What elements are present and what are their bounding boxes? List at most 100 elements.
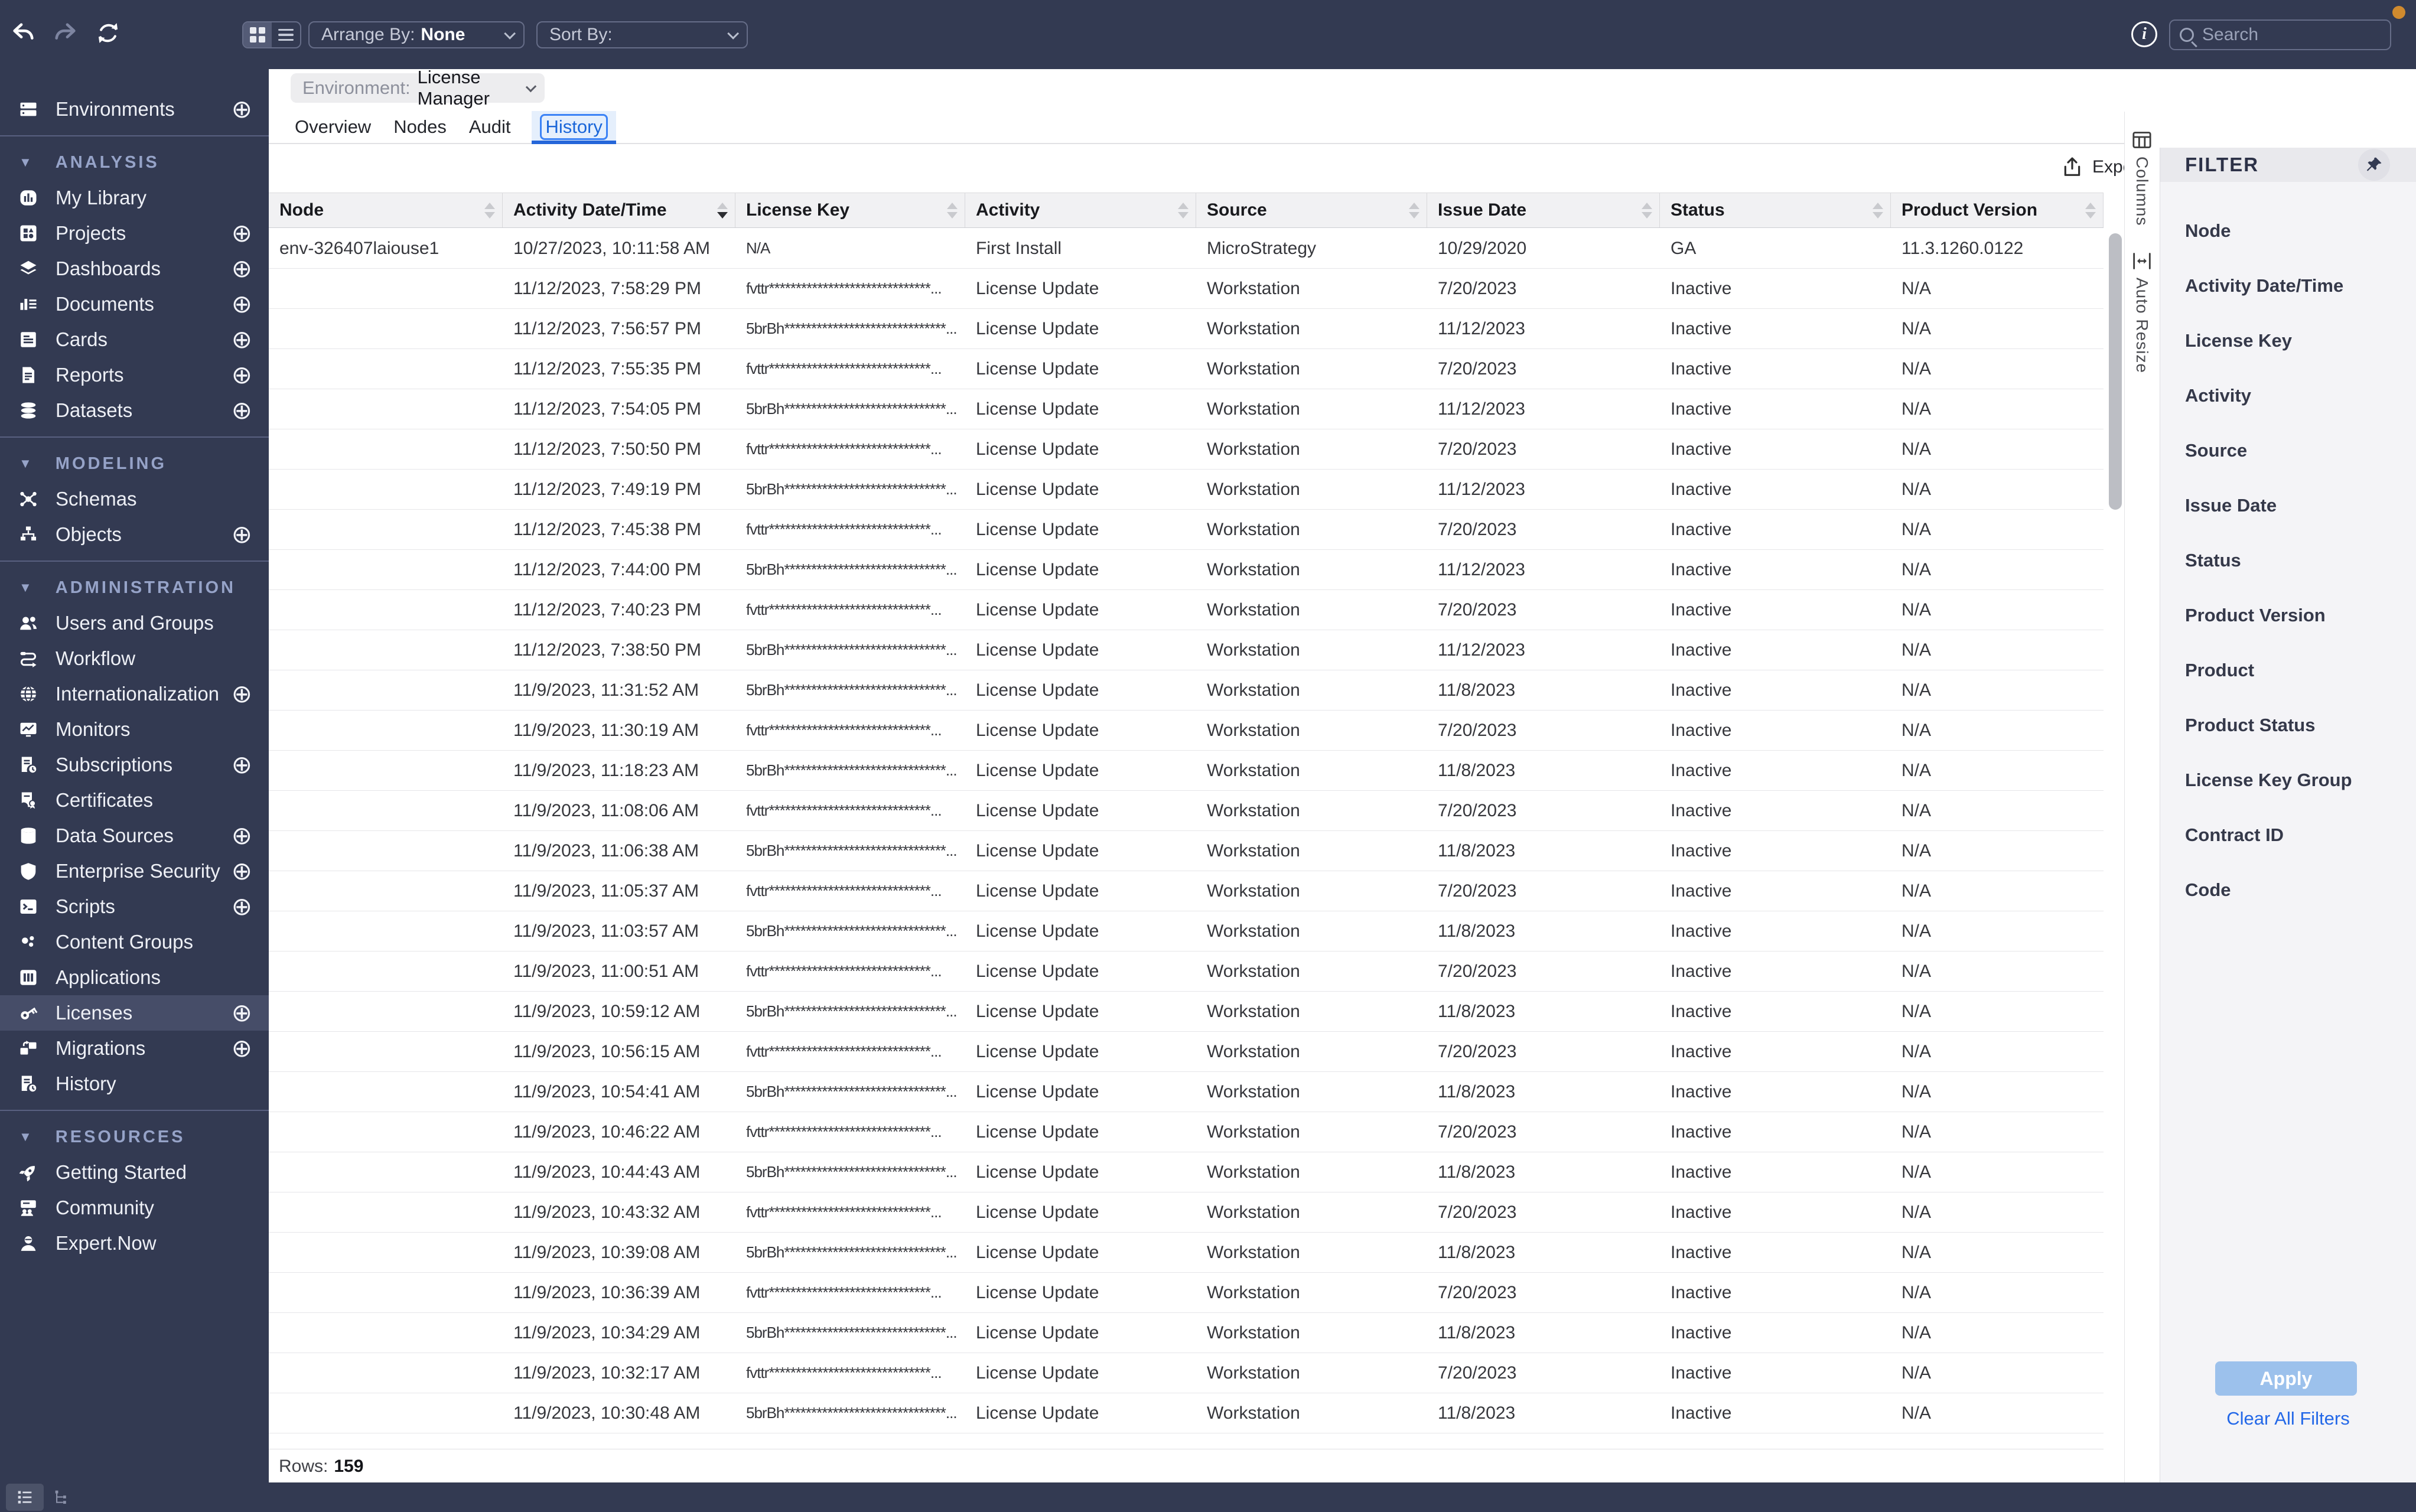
sidebar-item-reports[interactable]: Reports ⊕ bbox=[0, 357, 269, 393]
refresh-icon[interactable] bbox=[95, 19, 122, 50]
filter-field-license-key-group[interactable]: License Key Group bbox=[2160, 752, 2416, 807]
table-row[interactable]: 11/12/2023, 7:45:38 PM fvttr*************… bbox=[269, 510, 2104, 550]
sidebar-item-data-sources[interactable]: Data Sources ⊕ bbox=[0, 818, 269, 853]
apply-button[interactable]: Apply bbox=[2215, 1361, 2357, 1396]
column-header-activity-date-time[interactable]: Activity Date/Time bbox=[503, 193, 735, 227]
sidebar-item-projects[interactable]: Projects ⊕ bbox=[0, 216, 269, 251]
sidebar-item-licenses[interactable]: Licenses ⊕ bbox=[0, 995, 269, 1031]
table-row[interactable]: 11/12/2023, 7:58:29 PM fvttr*************… bbox=[269, 269, 2104, 309]
table-row[interactable]: 11/12/2023, 7:54:05 PM 5brBh*************… bbox=[269, 389, 2104, 429]
add-dashboards-button[interactable]: ⊕ bbox=[232, 256, 252, 281]
sidebar-item-users-and-groups[interactable]: Users and Groups bbox=[0, 605, 269, 641]
sort-arrows-icon[interactable] bbox=[2085, 202, 2096, 219]
add-documents-button[interactable]: ⊕ bbox=[232, 292, 252, 317]
add-enterprise-security-button[interactable]: ⊕ bbox=[232, 859, 252, 884]
column-header-activity[interactable]: Activity bbox=[965, 193, 1196, 227]
sidebar-item-my-library[interactable]: My Library bbox=[0, 180, 269, 216]
sort-arrows-icon[interactable] bbox=[717, 202, 728, 219]
sort-arrows-icon[interactable] bbox=[1642, 202, 1652, 219]
sort-arrows-icon[interactable] bbox=[1409, 202, 1419, 219]
list-mode-button[interactable] bbox=[6, 1484, 44, 1511]
filter-field-product-version[interactable]: Product Version bbox=[2160, 588, 2416, 643]
table-row[interactable]: 11/9/2023, 11:03:57 AM 5brBh*************… bbox=[269, 911, 2104, 951]
add-objects-button[interactable]: ⊕ bbox=[232, 522, 252, 547]
sort-by-dropdown[interactable]: Sort By: bbox=[536, 21, 748, 48]
table-row[interactable]: 11/9/2023, 11:31:52 AM 5brBh*************… bbox=[269, 670, 2104, 711]
column-header-status[interactable]: Status bbox=[1660, 193, 1891, 227]
column-header-issue-date[interactable]: Issue Date bbox=[1427, 193, 1660, 227]
table-row[interactable]: 11/9/2023, 11:00:51 AM fvttr*************… bbox=[269, 951, 2104, 992]
auto-resize-rail-button[interactable]: Auto Resize bbox=[2125, 249, 2159, 373]
table-row[interactable]: 11/12/2023, 7:49:19 PM 5brBh*************… bbox=[269, 470, 2104, 510]
table-row[interactable]: 11/9/2023, 11:05:37 AM fvttr*************… bbox=[269, 871, 2104, 911]
filter-field-activity-date-time[interactable]: Activity Date/Time bbox=[2160, 258, 2416, 313]
sidebar-item-cards[interactable]: Cards ⊕ bbox=[0, 322, 269, 357]
columns-rail-button[interactable]: Columns bbox=[2125, 128, 2159, 226]
clear-all-filters-link[interactable]: Clear All Filters bbox=[2160, 1408, 2416, 1429]
add-projects-button[interactable]: ⊕ bbox=[232, 221, 252, 246]
sidebar-item-migrations[interactable]: Migrations ⊕ bbox=[0, 1031, 269, 1066]
sidebar-item-dashboards[interactable]: Dashboards ⊕ bbox=[0, 251, 269, 286]
add-datasets-button[interactable]: ⊕ bbox=[232, 398, 252, 423]
sidebar-item-community[interactable]: Community bbox=[0, 1190, 269, 1226]
table-row[interactable]: 11/12/2023, 7:56:57 PM 5brBh*************… bbox=[269, 309, 2104, 349]
table-row[interactable]: 11/9/2023, 11:08:06 AM fvttr*************… bbox=[269, 791, 2104, 831]
table-row[interactable]: 11/9/2023, 11:18:23 AM 5brBh*************… bbox=[269, 751, 2104, 791]
add-internationalization-button[interactable]: ⊕ bbox=[232, 682, 252, 706]
table-row[interactable]: 11/9/2023, 10:54:41 AM 5brBh*************… bbox=[269, 1072, 2104, 1112]
column-header-license-key[interactable]: License Key bbox=[735, 193, 965, 227]
sidebar-section-resources[interactable]: ▼ RESOURCES bbox=[0, 1119, 269, 1155]
sidebar-section-administration[interactable]: ▼ ADMINISTRATION bbox=[0, 570, 269, 605]
filter-field-license-key[interactable]: License Key bbox=[2160, 313, 2416, 368]
tab-history[interactable]: History bbox=[532, 111, 617, 144]
add-migrations-button[interactable]: ⊕ bbox=[232, 1036, 252, 1061]
table-row[interactable]: 11/9/2023, 10:44:43 AM 5brBh*************… bbox=[269, 1152, 2104, 1192]
info-icon[interactable]: i bbox=[2131, 21, 2157, 47]
filter-field-issue-date[interactable]: Issue Date bbox=[2160, 478, 2416, 533]
sort-arrows-icon[interactable] bbox=[947, 202, 958, 219]
sidebar-item-objects[interactable]: Objects ⊕ bbox=[0, 517, 269, 552]
table-row[interactable]: 11/9/2023, 10:34:29 AM 5brBh*************… bbox=[269, 1313, 2104, 1353]
sidebar-item-monitors[interactable]: Monitors bbox=[0, 712, 269, 747]
sidebar-item-workflow[interactable]: Workflow bbox=[0, 641, 269, 676]
table-row[interactable]: 11/9/2023, 11:30:19 AM fvttr*************… bbox=[269, 711, 2104, 751]
table-scrollbar[interactable] bbox=[2109, 233, 2122, 510]
table-row[interactable]: 11/9/2023, 10:32:17 AM fvttr*************… bbox=[269, 1353, 2104, 1393]
table-row[interactable]: 11/12/2023, 7:55:35 PM fvttr*************… bbox=[269, 349, 2104, 389]
table-row[interactable]: 11/9/2023, 10:39:08 AM 5brBh*************… bbox=[269, 1233, 2104, 1273]
table-row[interactable]: 11/12/2023, 7:44:00 PM 5brBh*************… bbox=[269, 550, 2104, 590]
add-data-sources-button[interactable]: ⊕ bbox=[232, 823, 252, 848]
column-header-source[interactable]: Source bbox=[1196, 193, 1427, 227]
filter-field-activity[interactable]: Activity bbox=[2160, 368, 2416, 423]
filter-field-code[interactable]: Code bbox=[2160, 862, 2416, 917]
sidebar-item-schemas[interactable]: Schemas bbox=[0, 481, 269, 517]
sidebar-item-certificates[interactable]: Certificates bbox=[0, 783, 269, 818]
sidebar-item-internationalization[interactable]: Internationalization ⊕ bbox=[0, 676, 269, 712]
sidebar-item-datasets[interactable]: Datasets ⊕ bbox=[0, 393, 269, 428]
table-row[interactable]: 11/9/2023, 10:36:39 AM fvttr*************… bbox=[269, 1273, 2104, 1313]
grid-view-button[interactable] bbox=[243, 22, 272, 47]
table-row[interactable]: 11/9/2023, 10:46:22 AM fvttr*************… bbox=[269, 1112, 2104, 1152]
sidebar-item-history[interactable]: History bbox=[0, 1066, 269, 1102]
tab-nodes[interactable]: Nodes bbox=[392, 111, 448, 143]
sidebar-item-environments[interactable]: Environments ⊕ bbox=[0, 92, 269, 127]
add-scripts-button[interactable]: ⊕ bbox=[232, 894, 252, 919]
sidebar-item-subscriptions[interactable]: Subscriptions ⊕ bbox=[0, 747, 269, 783]
table-row[interactable]: 11/12/2023, 7:40:23 PM fvttr*************… bbox=[269, 590, 2104, 630]
filter-field-source[interactable]: Source bbox=[2160, 423, 2416, 478]
add-environments-button[interactable]: ⊕ bbox=[232, 97, 252, 122]
add-reports-button[interactable]: ⊕ bbox=[232, 363, 252, 387]
table-row[interactable]: 11/9/2023, 10:59:12 AM 5brBh*************… bbox=[269, 992, 2104, 1032]
column-header-product-version[interactable]: Product Version bbox=[1891, 193, 2104, 227]
pin-button[interactable] bbox=[2358, 149, 2390, 181]
table-row[interactable]: 11/9/2023, 10:56:15 AM fvttr*************… bbox=[269, 1032, 2104, 1072]
tab-audit[interactable]: Audit bbox=[468, 111, 512, 143]
filter-field-node[interactable]: Node bbox=[2160, 203, 2416, 258]
sidebar-item-expert-now[interactable]: Expert.Now bbox=[0, 1226, 269, 1261]
table-row[interactable]: 11/12/2023, 7:50:50 PM fvttr*************… bbox=[269, 429, 2104, 470]
sidebar-item-scripts[interactable]: Scripts ⊕ bbox=[0, 889, 269, 924]
back-icon[interactable] bbox=[9, 19, 37, 50]
table-row[interactable]: 11/12/2023, 7:38:50 PM 5brBh*************… bbox=[269, 630, 2104, 670]
add-subscriptions-button[interactable]: ⊕ bbox=[232, 752, 252, 777]
sidebar-item-enterprise-security[interactable]: Enterprise Security ⊕ bbox=[0, 853, 269, 889]
